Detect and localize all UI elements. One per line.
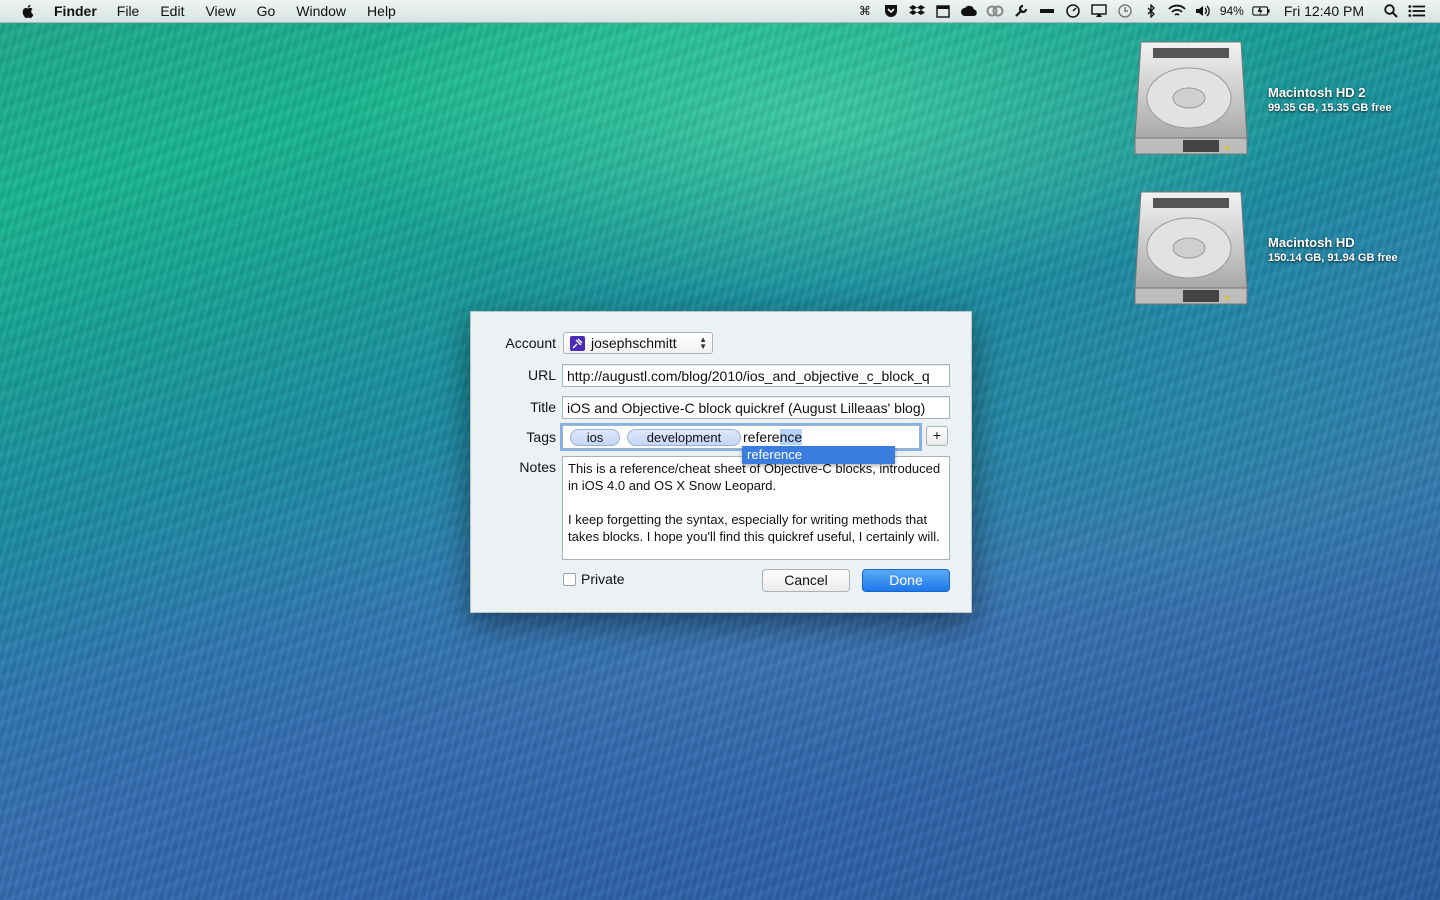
- drive-info: 99.35 GB, 15.35 GB free: [1268, 102, 1392, 114]
- apple-menu-icon[interactable]: [20, 3, 36, 19]
- notes-textarea[interactable]: This is a reference/cheat sheet of Objec…: [562, 456, 950, 560]
- drive-name: Macintosh HD 2: [1268, 85, 1366, 100]
- menu-bar: Finder File Edit View Go Window Help ⌘ 9…: [0, 0, 1440, 23]
- cloud-icon[interactable]: [960, 4, 978, 18]
- url-label: URL: [527, 367, 556, 383]
- notification-center-icon[interactable]: [1408, 4, 1426, 18]
- time-machine-icon[interactable]: [1116, 4, 1134, 18]
- creative-cloud-icon[interactable]: [986, 4, 1004, 18]
- menu-window[interactable]: Window: [296, 3, 346, 19]
- account-select[interactable]: josephschmitt ▲ ▼: [563, 332, 713, 354]
- account-value: josephschmitt: [591, 335, 677, 351]
- pocket-icon[interactable]: [882, 4, 900, 18]
- menu-view[interactable]: View: [205, 3, 235, 19]
- pinboard-pin-icon: [570, 335, 585, 351]
- menu-app-name[interactable]: Finder: [54, 3, 97, 19]
- wifi-icon[interactable]: [1168, 4, 1186, 18]
- select-arrows-icon: ▲ ▼: [699, 335, 707, 351]
- speedometer-icon[interactable]: [1064, 4, 1082, 18]
- typed-text: refere: [743, 429, 780, 445]
- hard-drive-icon: [1134, 191, 1248, 305]
- add-bookmark-dialog: Account josephschmitt ▲ ▼ URL http://augu…: [470, 311, 972, 613]
- url-field[interactable]: http://augustl.com/blog/2010/ios_and_obj…: [562, 364, 950, 387]
- tag-token[interactable]: ios: [570, 429, 620, 446]
- battery-icon[interactable]: [1252, 4, 1270, 18]
- desktop-drive-macintosh-hd[interactable]: Macintosh HD 150.14 GB, 91.94 GB free: [1133, 190, 1433, 320]
- status-area: ⌘ 94% Fri 12:40 PM: [848, 0, 1426, 22]
- battery-percent[interactable]: 94%: [1220, 4, 1244, 18]
- tag-suggestion-item[interactable]: reference: [742, 446, 895, 464]
- add-tag-button[interactable]: +: [926, 426, 948, 446]
- dropbox-icon[interactable]: [908, 4, 926, 18]
- notes-paragraph: This is a reference/cheat sheet of Objec…: [568, 461, 941, 493]
- menu-help[interactable]: Help: [367, 3, 396, 19]
- title-label: Title: [530, 399, 556, 415]
- private-label[interactable]: Private: [581, 571, 625, 587]
- desktop-drive-macintosh-hd-2[interactable]: Macintosh HD 2 99.35 GB, 15.35 GB free: [1133, 40, 1433, 170]
- menu-edit[interactable]: Edit: [160, 3, 184, 19]
- done-button[interactable]: Done: [862, 569, 950, 592]
- drive-name: Macintosh HD: [1268, 235, 1355, 250]
- private-checkbox[interactable]: [563, 573, 576, 586]
- title-field[interactable]: iOS and Objective-C block quickref (Augu…: [562, 396, 950, 419]
- wrench-icon[interactable]: [1012, 4, 1030, 18]
- drive-info: 150.14 GB, 91.94 GB free: [1268, 252, 1398, 264]
- tag-typing-text[interactable]: reference: [743, 428, 803, 447]
- account-label: Account: [505, 335, 556, 351]
- menu-clock[interactable]: Fri 12:40 PM: [1284, 3, 1364, 19]
- menu-go[interactable]: Go: [257, 3, 276, 19]
- volume-icon[interactable]: [1194, 4, 1212, 18]
- bluetooth-icon[interactable]: [1142, 4, 1160, 18]
- tag-token[interactable]: development: [627, 429, 741, 446]
- command-icon[interactable]: ⌘: [856, 4, 874, 18]
- notes-label: Notes: [519, 459, 556, 475]
- spotlight-search-icon[interactable]: [1382, 4, 1400, 18]
- menu-file[interactable]: File: [117, 3, 140, 19]
- calendar-icon[interactable]: [934, 4, 952, 18]
- cancel-button[interactable]: Cancel: [762, 569, 850, 592]
- minus-icon[interactable]: [1038, 4, 1056, 18]
- notes-paragraph: I keep forgetting the syntax, especially…: [568, 512, 940, 544]
- hard-drive-icon: [1134, 41, 1248, 155]
- airplay-icon[interactable]: [1090, 4, 1108, 18]
- tags-label: Tags: [526, 429, 556, 445]
- autocomplete-selection: nce: [779, 429, 803, 445]
